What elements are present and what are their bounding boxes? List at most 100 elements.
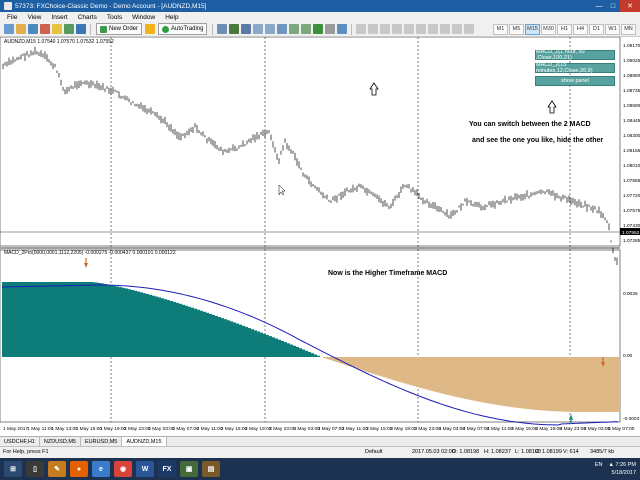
timeframe-mn[interactable]: MN <box>621 23 636 35</box>
market-watch-icon[interactable] <box>28 24 38 34</box>
app-icon <box>4 2 12 10</box>
macd-bar <box>233 322 236 357</box>
bar-chart-icon[interactable] <box>217 24 228 34</box>
chrome-icon[interactable]: ◉ <box>114 461 132 477</box>
macd-bar <box>434 357 437 392</box>
minimize-button[interactable]: — <box>592 0 606 12</box>
arrows-icon[interactable] <box>464 24 475 34</box>
macd-bar <box>128 289 131 357</box>
macd-bar <box>416 357 419 388</box>
macd-bar <box>533 357 536 410</box>
zoom-out-icon[interactable] <box>265 24 276 34</box>
data-window-icon[interactable] <box>40 24 50 34</box>
macd-bar <box>509 357 512 407</box>
autotrading-button[interactable]: AutoTrading <box>158 23 208 35</box>
timeframe-h4[interactable]: H4 <box>573 23 588 35</box>
new-chart-icon[interactable] <box>4 24 14 34</box>
time-axis-label: 4 May 15:00 <box>511 426 538 432</box>
macd-bar <box>398 357 401 382</box>
macd-bar <box>20 282 23 357</box>
fibo-icon[interactable] <box>428 24 439 34</box>
periods-icon[interactable] <box>325 24 336 34</box>
menu-window[interactable]: Window <box>127 14 160 21</box>
indicators-icon[interactable] <box>313 24 324 34</box>
macd-bar <box>554 357 557 412</box>
metaeditor-icon[interactable] <box>145 24 156 34</box>
tool-task-icon[interactable]: ▣ <box>180 461 198 477</box>
templates-icon[interactable] <box>337 24 348 34</box>
maximize-button[interactable]: □ <box>606 0 620 12</box>
macd-bar <box>59 282 62 357</box>
macd-bar <box>326 357 329 359</box>
tray-time: 7:26 PM <box>615 462 636 468</box>
explorer-icon[interactable]: ▯ <box>26 461 44 477</box>
macd2-toggle-button[interactable]: MACD_2(15 minutes,12,Close,26,9) <box>535 62 615 74</box>
toolbar-separator <box>90 23 91 35</box>
macd-bar <box>494 357 497 405</box>
time-axis-label: 5 May 07:00 <box>608 426 635 432</box>
line-chart-icon[interactable] <box>241 24 252 34</box>
new-order-button[interactable]: New Order <box>96 23 143 35</box>
macd-scale-label: 0.00 <box>623 353 633 359</box>
tile-windows-icon[interactable] <box>277 24 288 34</box>
tab-usdchf[interactable]: USDCHF,H1 <box>0 436 40 447</box>
close-button[interactable]: ✕ <box>620 0 640 12</box>
cursor-icon[interactable] <box>356 24 367 34</box>
macd-bar <box>407 357 410 385</box>
macd1-toggle-button[interactable]: MACD_1(1 hour, 50 ,Close,100,21) <box>535 49 615 61</box>
macd-bar <box>614 357 617 412</box>
profiles-icon[interactable] <box>16 24 26 34</box>
menu-insert[interactable]: Insert <box>46 14 72 21</box>
ie-icon[interactable]: e <box>92 461 110 477</box>
autoscroll-icon[interactable] <box>301 24 312 34</box>
timeframe-w1[interactable]: W1 <box>605 23 620 35</box>
show-panel-button[interactable]: show panel <box>535 76 615 86</box>
chart-shift-icon[interactable] <box>289 24 300 34</box>
metaeditor-task-icon[interactable]: ✎ <box>48 461 66 477</box>
autotrading-icon <box>162 25 170 33</box>
macd-bar <box>530 357 533 410</box>
tab-nzdusd[interactable]: NZDUSD,M5 <box>40 436 81 447</box>
zoom-in-icon[interactable] <box>253 24 264 34</box>
tab-eurusd[interactable]: EURUSD,M5 <box>81 436 123 447</box>
menu-charts[interactable]: Charts <box>73 14 102 21</box>
timeframe-m30[interactable]: M30 <box>541 23 556 35</box>
macd-bar <box>386 357 389 379</box>
start-icon[interactable]: ⊞ <box>4 461 22 477</box>
timeframe-m5[interactable]: M5 <box>509 23 524 35</box>
tab-audnzd[interactable]: AUDNZD,M15 <box>122 436 167 447</box>
network-icon: ▲ <box>608 462 614 468</box>
menu-view[interactable]: View <box>22 14 46 21</box>
tester-icon[interactable] <box>76 24 86 34</box>
label-icon[interactable] <box>452 24 463 34</box>
macd-bar <box>98 282 101 357</box>
timeframe-h1[interactable]: H1 <box>557 23 572 35</box>
macd-bar <box>26 282 29 357</box>
macd-bar <box>194 308 197 357</box>
navigator-icon[interactable] <box>52 24 62 34</box>
word-icon[interactable]: W <box>136 461 154 477</box>
timeframe-m1[interactable]: M1 <box>493 23 508 35</box>
trendline-icon[interactable] <box>404 24 415 34</box>
mt4-task-icon[interactable]: FX <box>158 461 176 477</box>
menu-file[interactable]: File <box>2 14 22 21</box>
chart-canvas[interactable]: 1.09170 1.09025 1.08880 1.08735 1.08590 1.084… <box>0 37 640 436</box>
firefox-icon[interactable]: ● <box>70 461 88 477</box>
terminal-icon[interactable] <box>64 24 74 34</box>
timeframe-d1[interactable]: D1 <box>589 23 604 35</box>
channel-icon[interactable] <box>416 24 427 34</box>
horizontal-line-icon[interactable] <box>392 24 403 34</box>
timeframe-m15[interactable]: M15 <box>525 23 540 35</box>
macd-bar <box>137 291 140 357</box>
candlestick-icon[interactable] <box>229 24 240 34</box>
text-icon[interactable] <box>440 24 451 34</box>
menu-tools[interactable]: Tools <box>102 14 127 21</box>
chart-window[interactable]: 1.09170 1.09025 1.08880 1.08735 1.08590 1.084… <box>0 37 640 436</box>
vertical-line-icon[interactable] <box>380 24 391 34</box>
macd-bar <box>353 357 356 368</box>
crosshair-icon[interactable] <box>368 24 379 34</box>
menu-help[interactable]: Help <box>160 14 183 21</box>
folder-task-icon[interactable]: ▤ <box>202 461 220 477</box>
macd-bar <box>476 357 479 402</box>
macd-bar <box>308 351 311 357</box>
